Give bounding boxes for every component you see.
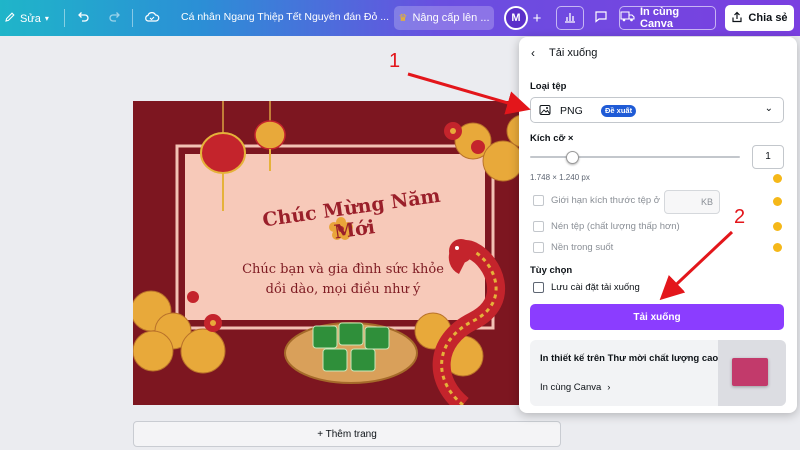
slider-thumb[interactable] bbox=[566, 151, 579, 164]
print-with-canva-button[interactable]: In cùng Canva bbox=[619, 6, 716, 30]
save-settings-checkbox[interactable] bbox=[533, 282, 544, 293]
recommended-badge: Đề xuất bbox=[601, 105, 637, 117]
cloud-icon bbox=[144, 10, 160, 27]
chevron-down-icon: ▾ bbox=[44, 14, 49, 23]
promo-link-label: In cùng Canva bbox=[540, 382, 602, 393]
save-settings-option[interactable]: Lưu cài đặt tải xuống bbox=[533, 282, 640, 293]
premium-crown-icon bbox=[773, 222, 782, 231]
transparent-option[interactable]: Nền trong suốt bbox=[533, 242, 613, 253]
panel-header: Tải xuống bbox=[549, 47, 598, 59]
document-title[interactable]: Cá nhân Ngang Thiệp Tết Nguyên đán Đỏ ..… bbox=[181, 11, 389, 23]
annotation-label-2: 2 bbox=[734, 206, 746, 228]
download-panel: ‹ Tải xuống Loại tệp PNG Đề xuất ⌄ Kích … bbox=[519, 37, 797, 413]
premium-crown-icon bbox=[773, 174, 782, 183]
redo-icon bbox=[108, 10, 122, 27]
download-button-label: Tải xuống bbox=[633, 311, 681, 323]
size-dimensions: 1.748 × 1.240 px bbox=[530, 173, 590, 182]
upgrade-button[interactable]: ♛ Nâng cấp lên ... bbox=[394, 6, 494, 30]
avatar-letter: M bbox=[511, 12, 521, 24]
design-page[interactable]: Chúc Mừng Năm Mới Chúc bạn và gia đình s… bbox=[133, 101, 533, 405]
premium-crown-icon bbox=[773, 197, 782, 206]
document-title-text: Cá nhân Ngang Thiệp Tết Nguyên đán Đỏ ..… bbox=[181, 11, 390, 23]
size-label: Kích cỡ × bbox=[530, 133, 574, 144]
transparent-checkbox[interactable] bbox=[533, 242, 544, 253]
size-slider[interactable] bbox=[530, 151, 740, 164]
transparent-label: Nền trong suốt bbox=[551, 242, 614, 253]
kb-input[interactable]: KB bbox=[664, 190, 720, 214]
print-promo-card[interactable]: In thiết kế trên Thư mời chất lượng cao … bbox=[530, 340, 786, 406]
cloud-save-status[interactable] bbox=[144, 10, 160, 27]
share-button[interactable]: Chia sẻ bbox=[725, 5, 794, 31]
invitation-preview bbox=[732, 358, 768, 386]
limit-size-label: Giới hạn kích thước tệp ở bbox=[551, 195, 661, 206]
download-button[interactable]: Tải xuống bbox=[530, 304, 784, 330]
image-icon bbox=[539, 104, 551, 119]
chevron-right-icon: › bbox=[607, 382, 611, 393]
add-collaborator-button[interactable]: + bbox=[528, 7, 546, 29]
toolbar-divider bbox=[64, 9, 65, 27]
card-message-line1: Chúc bạn và gia đình sức khỏe bbox=[242, 262, 444, 277]
plus-icon: + bbox=[532, 9, 542, 27]
add-page-button[interactable]: + Thêm trang bbox=[133, 421, 561, 447]
share-icon bbox=[731, 11, 743, 26]
chevron-down-icon: ⌄ bbox=[764, 103, 773, 114]
print-label: In cùng Canva bbox=[640, 6, 680, 30]
avatar[interactable]: M bbox=[504, 6, 528, 30]
toolbar-divider bbox=[132, 9, 133, 27]
limit-size-option[interactable]: Giới hạn kích thước tệp ở bbox=[533, 195, 660, 206]
chevron-left-icon: ‹ bbox=[531, 46, 535, 60]
upgrade-label: Nâng cấp lên ... bbox=[412, 12, 490, 24]
limit-size-checkbox[interactable] bbox=[533, 195, 544, 206]
size-input[interactable]: 1 bbox=[752, 145, 784, 169]
size-input-value: 1 bbox=[765, 151, 771, 162]
back-button[interactable]: ‹ bbox=[531, 46, 535, 60]
bar-chart-icon bbox=[564, 11, 576, 26]
promo-link[interactable]: In cùng Canva › bbox=[540, 382, 610, 393]
truck-icon bbox=[620, 11, 635, 25]
card-artwork bbox=[133, 101, 533, 405]
file-type-label: Loại tệp bbox=[530, 81, 567, 92]
save-settings-label: Lưu cài đặt tải xuống bbox=[551, 282, 640, 293]
comment-icon bbox=[594, 10, 608, 26]
promo-title: In thiết kế trên Thư mời chất lượng cao bbox=[540, 353, 719, 364]
file-type-select[interactable]: PNG Đề xuất ⌄ bbox=[530, 97, 784, 123]
compress-option[interactable]: Nén tệp (chất lượng thấp hơn) bbox=[533, 221, 680, 232]
insights-button[interactable] bbox=[556, 6, 584, 30]
top-toolbar: Sửa ▾ Cá nhân Ngang Thiệp Tết Nguyên đán… bbox=[0, 0, 800, 36]
redo-button[interactable] bbox=[108, 10, 122, 27]
kb-unit-label: KB bbox=[700, 197, 713, 207]
promo-thumbnail bbox=[718, 340, 786, 406]
options-label: Tùy chọn bbox=[530, 265, 573, 276]
undo-icon bbox=[76, 10, 90, 27]
edit-menu[interactable]: Sửa ▾ bbox=[4, 11, 49, 26]
add-page-label: + Thêm trang bbox=[317, 428, 377, 440]
slider-track bbox=[530, 156, 740, 158]
comment-button[interactable] bbox=[588, 6, 614, 30]
edit-label: Sửa bbox=[20, 12, 41, 25]
compress-label: Nén tệp (chất lượng thấp hơn) bbox=[551, 221, 680, 232]
premium-crown-icon bbox=[773, 243, 782, 252]
card-message-line2: dồi dào, mọi điều như ý bbox=[265, 282, 421, 297]
compress-checkbox[interactable] bbox=[533, 221, 544, 232]
file-type-value: PNG bbox=[560, 105, 583, 117]
share-label: Chia sẻ bbox=[748, 12, 788, 24]
undo-button[interactable] bbox=[76, 10, 90, 27]
annotation-label-1: 1 bbox=[389, 50, 401, 72]
pencil-icon bbox=[4, 11, 16, 26]
crown-icon: ♛ bbox=[398, 12, 408, 24]
